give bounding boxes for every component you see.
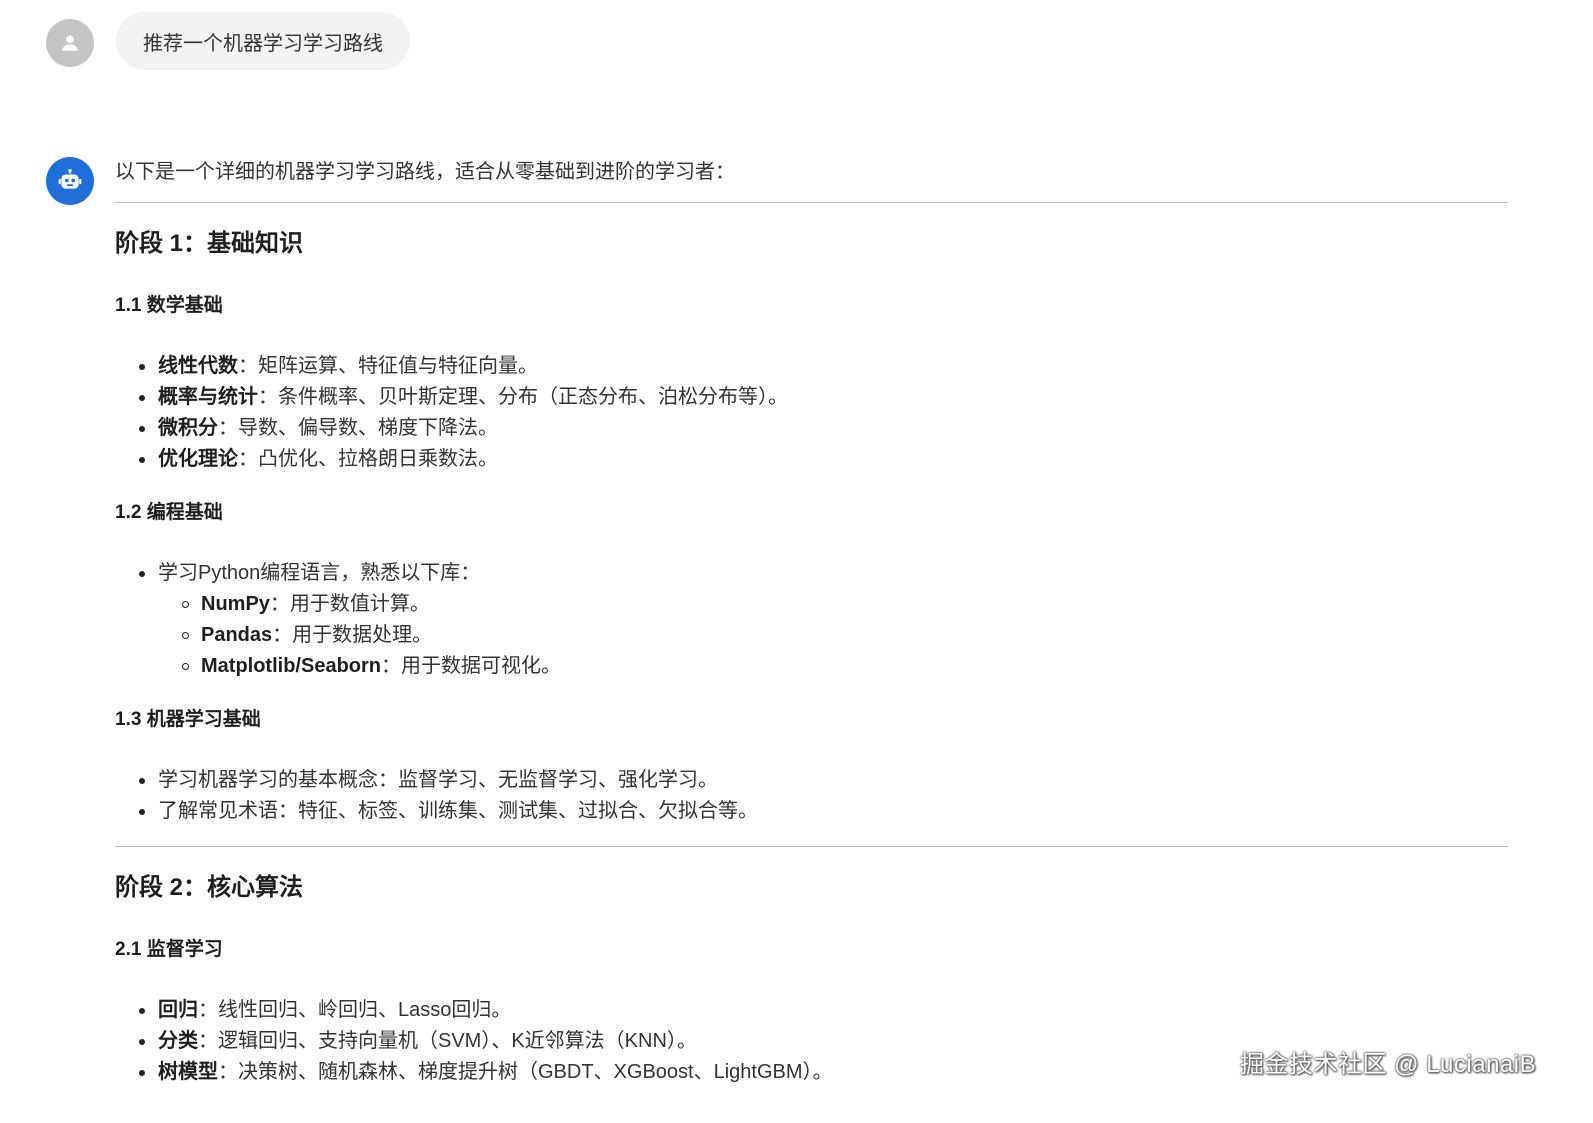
list-item-separator: ： [218,417,238,439]
list-item-text: 学习Python编程语言，熟悉以下库： [158,562,481,584]
list-item-term: Pandas [201,624,273,646]
list-item-text: 了解常见术语：特征、标签、训练集、测试集、过拟合、欠拟合等。 [158,800,758,822]
robot-icon [58,168,82,189]
list-item-text: 矩阵运算、特征值与特征向量。 [258,355,538,377]
list-item-term: Matplotlib/Seaborn [201,655,381,677]
list-item-text: 用于数据可视化。 [401,655,561,677]
list-item-text: 凸优化、拉格朗日乘数法。 [258,448,498,470]
answer-intro: 以下是一个详细的机器学习学习路线，适合从零基础到进阶的学习者： [115,161,735,183]
list-item-separator: ： [218,1061,238,1083]
list-item-term: 概率与统计 [158,386,258,408]
list-item-separator: ： [238,448,258,470]
list-item: 概率与统计：条件概率、贝叶斯定理、分布（正态分布、泊松分布等）。 [139,382,1508,413]
user-message-bubble: 推荐一个机器学习学习路线 [116,12,410,70]
nested-list: NumPy：用于数值计算。 Pandas：用于数据处理。 Matplotlib/… [158,589,1508,682]
list-item-term: 分类 [158,1030,198,1052]
list-item-text: 线性回归、岭回归、Lasso回归。 [218,999,512,1021]
list-item-term: 线性代数 [158,355,238,377]
list-item: 微积分：导数、偏导数、梯度下降法。 [139,413,1508,444]
section-list: 学习Python编程语言，熟悉以下库： NumPy：用于数值计算。 Pandas… [115,558,1508,682]
nested-list-item: Matplotlib/Seaborn：用于数据可视化。 [182,651,1508,682]
section-list: 线性代数：矩阵运算、特征值与特征向量。 概率与统计：条件概率、贝叶斯定理、分布（… [115,351,1508,475]
list-item-term: NumPy [201,593,270,615]
divider [115,202,1508,203]
list-item-term: 树模型 [158,1061,218,1083]
user-message-text: 推荐一个机器学习学习路线 [143,32,383,55]
watermark: 掘金技术社区 @ LucianaiB [1240,1051,1537,1078]
divider [115,846,1508,847]
stage-title: 阶段 2：核心算法 [115,874,304,901]
user-avatar [46,19,94,67]
list-item-text: 学习机器学习的基本概念：监督学习、无监督学习、强化学习。 [158,769,718,791]
nested-list-item: Pandas：用于数据处理。 [182,620,1508,651]
list-item: 学习Python编程语言，熟悉以下库： NumPy：用于数值计算。 Pandas… [139,558,1508,682]
section-title: 1.3 机器学习基础 [115,709,261,730]
section-title: 1.2 编程基础 [115,502,223,523]
list-item-text: 导数、偏导数、梯度下降法。 [238,417,498,439]
bot-avatar [46,157,94,205]
list-item-separator: ： [198,1030,218,1052]
list-item-term: 优化理论 [158,448,238,470]
section-title: 2.1 监督学习 [115,939,223,960]
list-item-text: 决策树、随机森林、梯度提升树（GBDT、XGBoost、LightGBM）。 [238,1061,833,1083]
chat-page: 推荐一个机器学习学习路线 以下是一个详细的机器学习学习路线，适合从零基础到进阶的… [0,0,1593,1123]
list-item-text: 条件概率、贝叶斯定理、分布（正态分布、泊松分布等）。 [278,386,788,408]
person-icon [62,35,78,51]
list-item-separator: ： [269,593,290,615]
list-item: 了解常见术语：特征、标签、训练集、测试集、过拟合、欠拟合等。 [139,796,1508,827]
section-list: 学习机器学习的基本概念：监督学习、无监督学习、强化学习。 了解常见术语：特征、标… [115,765,1508,827]
list-item: 线性代数：矩阵运算、特征值与特征向量。 [139,351,1508,382]
assistant-message: 以下是一个详细的机器学习学习路线，适合从零基础到进阶的学习者： 阶段 1：基础知… [115,156,1508,1088]
list-item: 优化理论：凸优化、拉格朗日乘数法。 [139,444,1508,475]
list-item-text: 逻辑回归、支持向量机（SVM）、K近邻算法（KNN）。 [218,1030,697,1052]
list-item-separator: ： [198,999,218,1021]
section-title: 1.1 数学基础 [115,295,223,316]
list-item-term: 微积分 [158,417,218,439]
list-item: 学习机器学习的基本概念：监督学习、无监督学习、强化学习。 [139,765,1508,796]
stage-title: 阶段 1：基础知识 [115,230,304,257]
list-item-separator: ： [272,624,293,646]
list-item-separator: ： [381,655,401,677]
list-item-term: 回归 [158,999,198,1021]
list-item-separator: ： [238,355,258,377]
list-item: 回归：线性回归、岭回归、Lasso回归。 [139,995,1508,1026]
list-item-separator: ： [258,386,278,408]
list-item-text: 用于数值计算。 [289,593,430,615]
list-item-text: 用于数据处理。 [292,624,433,646]
nested-list-item: NumPy：用于数值计算。 [182,589,1508,620]
